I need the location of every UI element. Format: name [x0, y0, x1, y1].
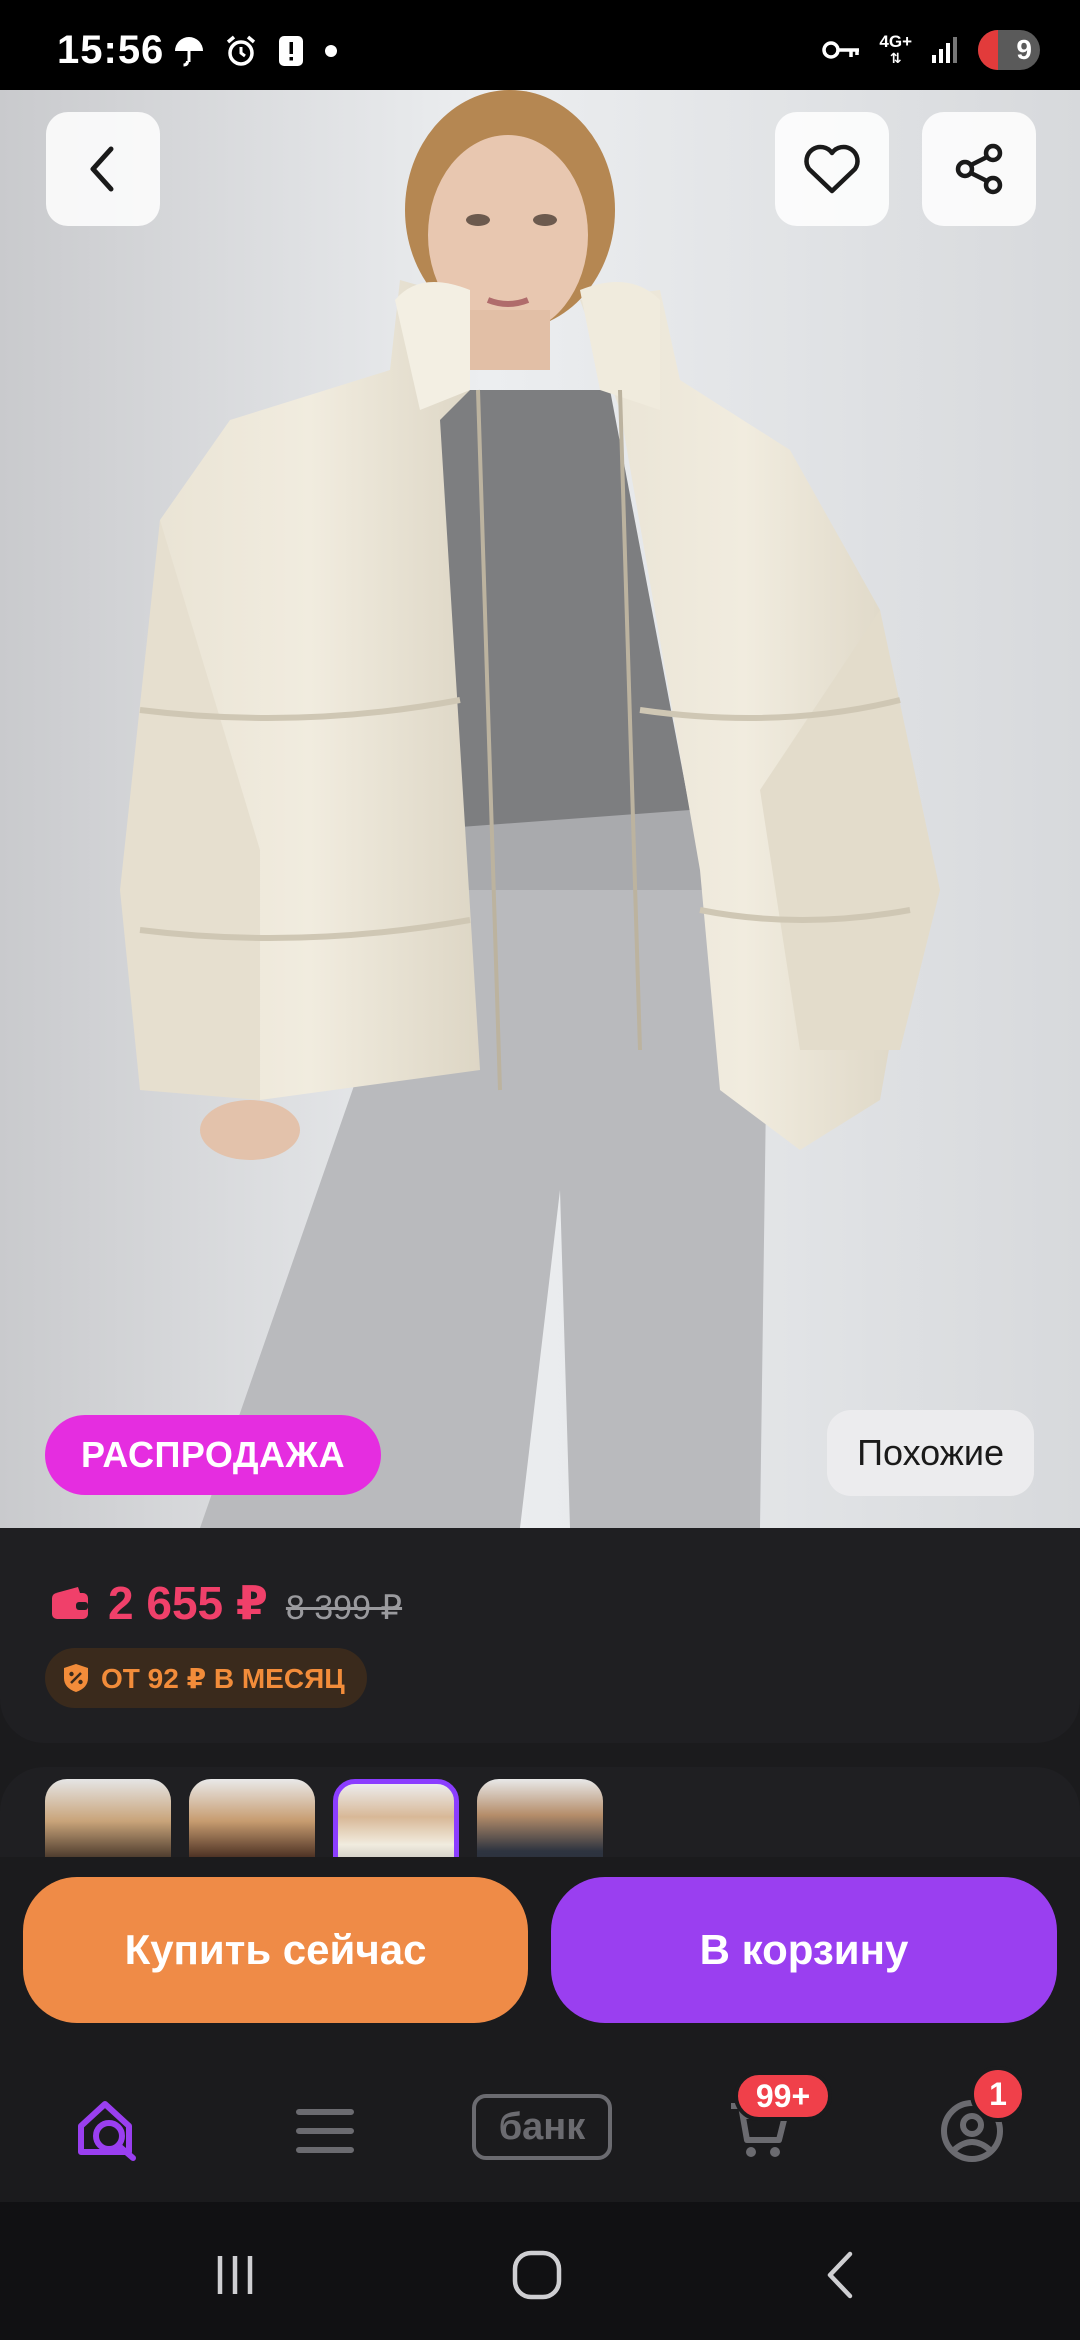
recent-apps-button[interactable] [195, 2240, 275, 2310]
thumbnail-active[interactable] [333, 1779, 459, 1857]
dot-icon [325, 45, 337, 57]
battery-level: 9 [1016, 34, 1032, 65]
wallet-icon [52, 1587, 88, 1619]
cart-badge: 99+ [734, 2071, 832, 2121]
favorite-button[interactable] [775, 112, 889, 226]
app-root: 15:56 4G+ ⇅ 9 РАСПРОДАЖА Похожие 2 655 ₽… [0, 0, 1080, 2340]
status-left-icons [172, 34, 338, 68]
recent-apps-icon [217, 2256, 253, 2294]
home-circle-icon [512, 2250, 562, 2300]
back-button[interactable] [46, 112, 160, 226]
installment-text: ОТ 92 ₽ В МЕСЯЦ [101, 1662, 345, 1694]
home-button[interactable] [497, 2240, 577, 2310]
alarm-icon [226, 35, 256, 66]
heart-icon [804, 144, 860, 194]
product-photo [0, 90, 1080, 1528]
current-price: 2 655 ₽ [108, 1577, 268, 1629]
buy-now-button[interactable]: Купить сейчас [23, 1877, 528, 2023]
network-type: 4G+ [879, 32, 912, 51]
alert-icon [279, 36, 303, 66]
percent-shield-icon [64, 1664, 88, 1692]
home-search-icon [78, 2101, 136, 2161]
nav-bank[interactable]: банк [472, 2094, 612, 2160]
nav-catalog[interactable] [285, 2091, 365, 2171]
thumbnail[interactable] [477, 1779, 603, 1857]
key-icon [822, 41, 860, 59]
status-time: 15:56 [57, 28, 165, 72]
network-arrows-icon: ⇅ [889, 50, 902, 66]
system-nav-bar [0, 2202, 1080, 2340]
system-back-button[interactable] [800, 2240, 880, 2310]
sale-badge: РАСПРОДАЖА [45, 1415, 382, 1495]
menu-icon [296, 2109, 354, 2153]
nav-home[interactable] [68, 2091, 148, 2171]
battery-low-fill [978, 30, 998, 70]
signal-icon [932, 37, 957, 63]
share-icon [955, 143, 1003, 195]
status-right: 4G+ ⇅ 9 [821, 30, 1040, 70]
product-image[interactable]: РАСПРОДАЖА Похожие [0, 90, 1080, 1528]
battery-icon: 9 [978, 30, 1040, 70]
back-arrow-icon [827, 2251, 853, 2299]
network-indicator: 4G+ ⇅ [879, 32, 912, 66]
price-card: 2 655 ₽ 8 399 ₽ ОТ 92 ₽ В МЕСЯЦ [0, 1528, 1080, 1743]
add-to-cart-button[interactable]: В корзину [551, 1877, 1057, 2023]
status-bar: 15:56 4G+ ⇅ 9 [0, 0, 1080, 90]
chevron-left-icon [90, 146, 114, 192]
installment-badge[interactable]: ОТ 92 ₽ В МЕСЯЦ [45, 1648, 367, 1708]
thumbnail[interactable] [45, 1779, 171, 1857]
old-price: 8 399 ₽ [285, 1589, 403, 1627]
profile-badge: 1 [970, 2066, 1026, 2122]
thumbnail-strip [0, 1767, 1080, 1857]
share-button[interactable] [922, 112, 1036, 226]
price-row: 2 655 ₽ 8 399 ₽ [50, 1576, 402, 1630]
thumbnail[interactable] [189, 1779, 315, 1857]
umbrella-icon [175, 37, 203, 67]
bottom-nav: банк 99+ 1 [0, 2056, 1080, 2202]
similar-button[interactable]: Похожие [827, 1410, 1034, 1496]
